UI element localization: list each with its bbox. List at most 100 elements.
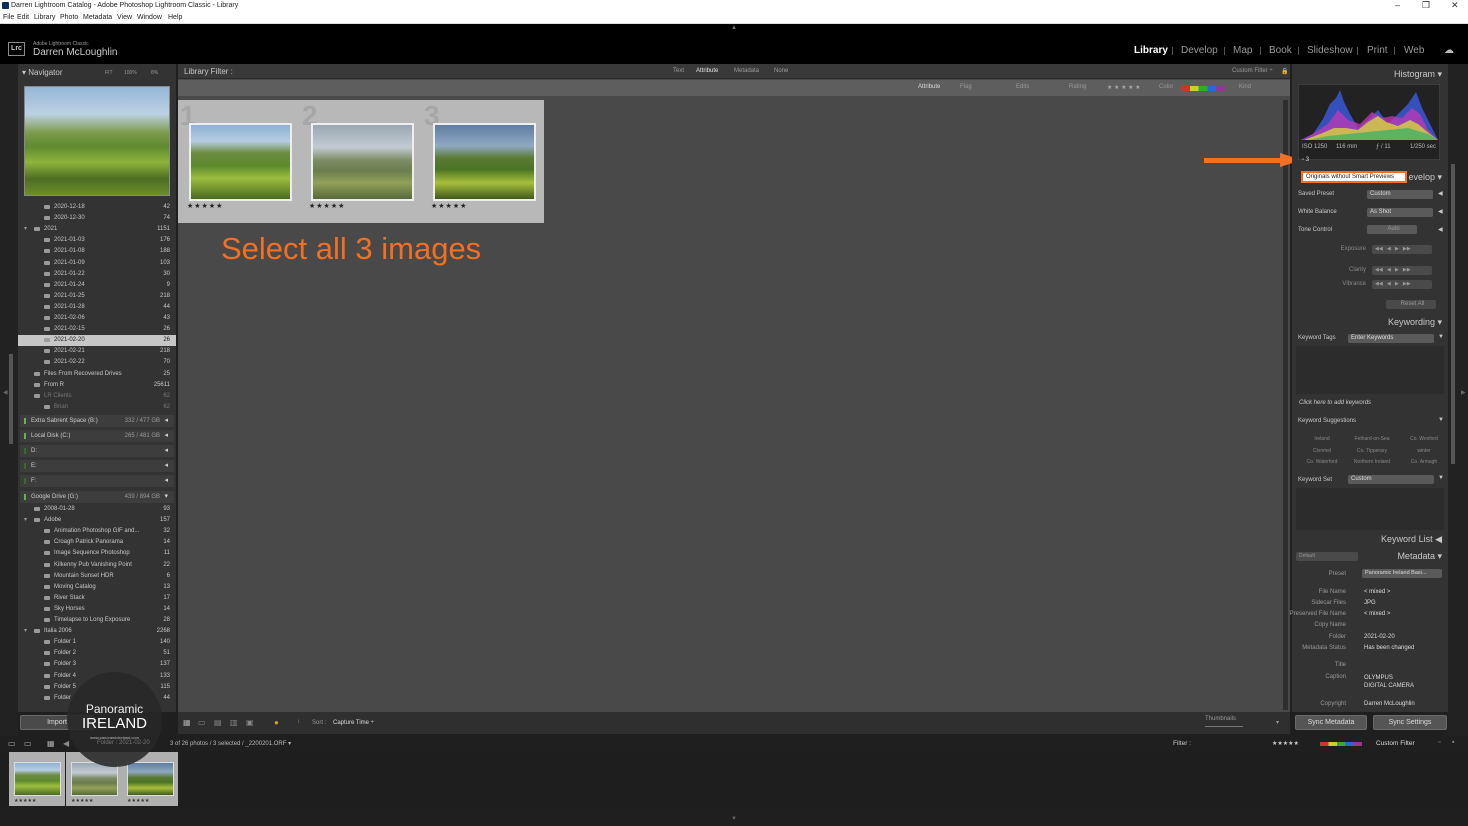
folder-row[interactable]: Sky Horses 14: [18, 604, 176, 615]
sort-direction-icon[interactable]: ↕: [297, 719, 300, 725]
keyword-suggestion[interactable]: Co. Tipperary: [1350, 448, 1394, 454]
exposure-buttons[interactable]: ◀◀ ◀ ▶ ▶▶: [1372, 245, 1432, 254]
menu-edit[interactable]: Edit: [17, 14, 29, 21]
reset-all-button[interactable]: Reset All: [1386, 300, 1436, 309]
grid-icon[interactable]: ▦: [47, 739, 55, 748]
folder-row[interactable]: 2021-01-25 218: [18, 291, 176, 302]
toolbar-menu-icon[interactable]: ▾: [1276, 719, 1279, 726]
disclosure-triangle-icon[interactable]: ▾: [24, 627, 27, 634]
attr-rating[interactable]: Rating: [1069, 84, 1086, 90]
volume-row[interactable]: F: ◂: [20, 475, 174, 487]
thumbnail[interactable]: [311, 123, 414, 201]
filmstrip-stars[interactable]: ★★★★★: [1272, 740, 1299, 747]
menu-window[interactable]: Window: [137, 14, 162, 21]
menu-view[interactable]: View: [117, 14, 132, 21]
folder-row[interactable]: 2021-01-28 44: [18, 302, 176, 313]
menu-photo[interactable]: Photo: [60, 14, 78, 21]
filter-tab-none[interactable]: None: [774, 68, 788, 74]
folder-row[interactable]: 2021-01-08 188: [18, 246, 176, 257]
menu-help[interactable]: Help: [168, 14, 182, 21]
menu-metadata[interactable]: Metadata: [83, 14, 112, 21]
metadata-field-value[interactable]: Has been changed: [1364, 645, 1414, 651]
module-library[interactable]: Library: [1134, 45, 1168, 56]
metadata-field-value[interactable]: JPG: [1364, 600, 1376, 606]
close-button[interactable]: ✕: [1451, 0, 1459, 11]
filmstrip-custom-filter[interactable]: Custom Filter: [1376, 740, 1415, 747]
folder-row[interactable]: Image Sequence Photoshop 11: [18, 548, 176, 559]
nav-zoom-100[interactable]: 100%: [124, 66, 137, 80]
metadata-field-value[interactable]: 2021-02-20: [1364, 634, 1395, 640]
menu-file[interactable]: File: [3, 14, 14, 21]
folder-row[interactable]: ▾ Italia 2006 2268: [18, 626, 176, 637]
nav-zoom-8[interactable]: 8%: [151, 66, 158, 80]
folder-row[interactable]: Folder 3 137: [18, 659, 176, 670]
menu-library[interactable]: Library: [34, 14, 55, 21]
expand-icon[interactable]: ◂: [164, 476, 168, 484]
metadata-field-value[interactable]: Darren McLoughlin: [1364, 701, 1415, 707]
metadata-field-value[interactable]: < mixed >: [1364, 611, 1390, 617]
keyword-list-header[interactable]: Keyword List ◀: [1381, 534, 1442, 545]
volume-row[interactable]: Local Disk (C:) 265 / 481 GB ◂: [20, 430, 174, 442]
folder-row[interactable]: Mountain Sunset HDR 6: [18, 571, 176, 582]
quick-develop-header[interactable]: evelop ▾: [1408, 172, 1442, 183]
filter-tab-text[interactable]: Text: [673, 68, 684, 74]
folder-row[interactable]: 2020-12-30 74: [18, 213, 176, 224]
folder-row[interactable]: ▾ 2021 1151: [18, 224, 176, 235]
keyword-tags-select[interactable]: Enter Keywords: [1348, 334, 1434, 343]
keyword-suggestion[interactable]: Fethard-on-Sea: [1350, 436, 1394, 442]
module-map[interactable]: Map: [1233, 45, 1252, 56]
folder-row[interactable]: Folder 2 51: [18, 648, 176, 659]
collapse-top-icon[interactable]: ▲: [731, 25, 737, 31]
wb-select[interactable]: As Shot: [1367, 208, 1433, 217]
grid-cell-2[interactable]: 2 ★★★★★: [300, 100, 422, 223]
grid-cell-1[interactable]: 1 ★★★★★: [178, 100, 300, 223]
folder-row[interactable]: Animation Photoshop GIF and... 32: [18, 526, 176, 537]
filmstrip-thumb[interactable]: [14, 762, 61, 796]
expand-icon[interactable]: ◂: [164, 446, 168, 454]
thumbnail[interactable]: [189, 123, 292, 201]
grid-cell-3[interactable]: 3 ★★★★★: [422, 100, 544, 223]
histogram-header[interactable]: Histogram ▾: [1394, 69, 1442, 80]
folder-row[interactable]: 2021-02-15 26: [18, 324, 176, 335]
filter-lock-icon[interactable]: 🔒: [1281, 68, 1288, 75]
keyword-suggestion[interactable]: Co. Armagh: [1402, 459, 1446, 465]
attr-edits[interactable]: Edits: [1016, 84, 1029, 90]
grid-scrollbar[interactable]: [1283, 100, 1288, 710]
disclosure-triangle-icon[interactable]: ▾: [24, 516, 27, 523]
keywording-header[interactable]: Keywording ▾: [1388, 317, 1442, 328]
folder-row[interactable]: 2008-01-28 93: [18, 504, 176, 515]
saved-preset-select[interactable]: Custom: [1367, 190, 1433, 199]
expand-icon[interactable]: ◂: [164, 461, 168, 469]
module-book[interactable]: Book: [1269, 45, 1292, 56]
metadata-default-select[interactable]: Default: [1296, 552, 1358, 561]
people-view-icon[interactable]: ▣: [246, 718, 254, 727]
module-develop[interactable]: Develop: [1181, 45, 1218, 56]
expand-icon[interactable]: ▼: [1438, 334, 1444, 340]
folder-row[interactable]: Brian 62: [18, 402, 176, 413]
filter-preset[interactable]: Custom Filter ÷: [1232, 68, 1273, 74]
disclosure-triangle-icon[interactable]: ▾: [24, 225, 27, 232]
color-label-swatches[interactable]: [1181, 86, 1225, 91]
expand-icon[interactable]: ◂: [164, 431, 168, 439]
loupe-view-icon[interactable]: ▭: [198, 718, 206, 727]
attr-flag[interactable]: Flag: [960, 84, 972, 90]
folder-row[interactable]: 2020-12-18 42: [18, 202, 176, 213]
nav-zoom-fit[interactable]: FIT: [105, 66, 113, 80]
volume-row[interactable]: E: ◂: [20, 460, 174, 472]
metadata-field-value[interactable]: < mixed >: [1364, 589, 1390, 595]
folder-row[interactable]: 2021-02-20 26: [18, 335, 176, 347]
attr-kind[interactable]: Kind: [1239, 84, 1251, 90]
module-web[interactable]: Web: [1404, 45, 1424, 56]
metadata-field-value[interactable]: OLYMPUS DIGITAL CAMERA: [1364, 674, 1416, 690]
folder-row[interactable]: 2021-01-03 176: [18, 235, 176, 246]
navigator-header[interactable]: ▾ Navigator: [22, 66, 63, 80]
histogram-chart[interactable]: ISO 1250 116 mm ƒ / 11 1/250 sec: [1298, 84, 1440, 160]
folder-row[interactable]: Timelapse to Long Exposure 28: [18, 615, 176, 626]
add-keywords-hint[interactable]: Click here to add keywords: [1299, 400, 1371, 406]
attr-rating-stars[interactable]: ★ ★ ★ ★ ★: [1107, 84, 1141, 91]
filter-tab-metadata[interactable]: Metadata: [734, 68, 759, 74]
folder-row[interactable]: 2021-01-22 30: [18, 269, 176, 280]
folder-row[interactable]: Croagh Patrick Panorama 14: [18, 537, 176, 548]
volume-row[interactable]: Extra Sabrent Space (B:) 332 / 477 GB ◂: [20, 415, 174, 427]
star-rating[interactable]: ★★★★★: [431, 202, 467, 210]
